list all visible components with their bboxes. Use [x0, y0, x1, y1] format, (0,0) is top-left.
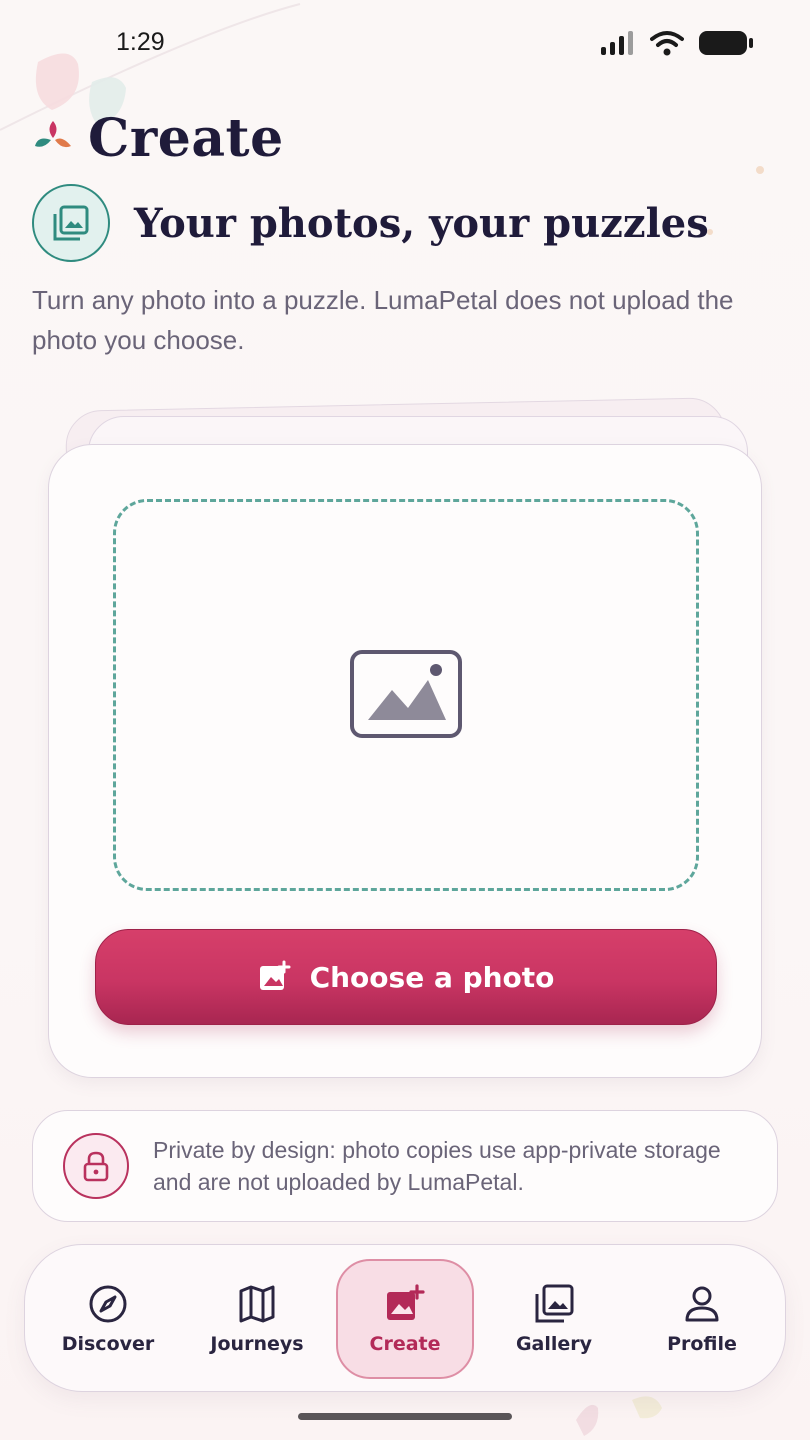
nav-label-discover: Discover	[61, 1333, 155, 1355]
cell-signal-icon	[601, 31, 633, 55]
nav-label-profile: Profile	[667, 1333, 737, 1355]
nav-label-journeys: Journeys	[210, 1333, 304, 1355]
nav-item-gallery[interactable]: Gallery	[485, 1259, 623, 1379]
gallery-icon	[535, 1284, 574, 1323]
privacy-notice: Private by design: photo copies use app-…	[32, 1110, 778, 1222]
petal-logo-icon	[35, 120, 71, 147]
home-indicator[interactable]	[298, 1413, 512, 1420]
section-title: Your photos, your puzzles	[134, 199, 709, 247]
battery-icon	[699, 31, 753, 55]
subtitle: Turn any photo into a puzzle. LumaPetal …	[32, 285, 734, 355]
status-bar: 1:29	[0, 0, 810, 86]
photo-library-icon	[32, 184, 110, 262]
photo-picker-card: Choose a photo	[48, 444, 762, 1078]
nav-item-journeys[interactable]: Journeys	[188, 1259, 326, 1379]
nav-label-gallery: Gallery	[515, 1333, 593, 1355]
privacy-text: Private by design: photo copies use app-…	[153, 1137, 721, 1195]
photo-drop-zone[interactable]	[113, 499, 699, 891]
bottom-navigation: Discover Journeys Create Gallery Profile	[24, 1244, 786, 1392]
add-photo-icon	[387, 1284, 425, 1320]
image-placeholder-icon	[350, 650, 462, 738]
compass-icon	[89, 1285, 127, 1323]
section-heading: Your photos, your puzzles	[32, 184, 709, 262]
add-photo-icon	[259, 960, 291, 990]
status-time: 1:29	[116, 28, 165, 56]
wifi-icon	[650, 31, 684, 56]
app-header: Create	[32, 108, 284, 169]
page-title: Create	[88, 108, 284, 169]
nav-item-create[interactable]: Create	[336, 1259, 474, 1379]
map-icon	[239, 1285, 275, 1323]
nav-label-create: Create	[369, 1333, 441, 1355]
lock-icon	[63, 1133, 129, 1199]
choose-photo-button[interactable]: Choose a photo	[95, 929, 717, 1025]
choose-photo-label: Choose a photo	[309, 960, 555, 994]
person-icon	[685, 1286, 719, 1322]
nav-item-profile[interactable]: Profile	[633, 1259, 771, 1379]
nav-item-discover[interactable]: Discover	[39, 1259, 177, 1379]
